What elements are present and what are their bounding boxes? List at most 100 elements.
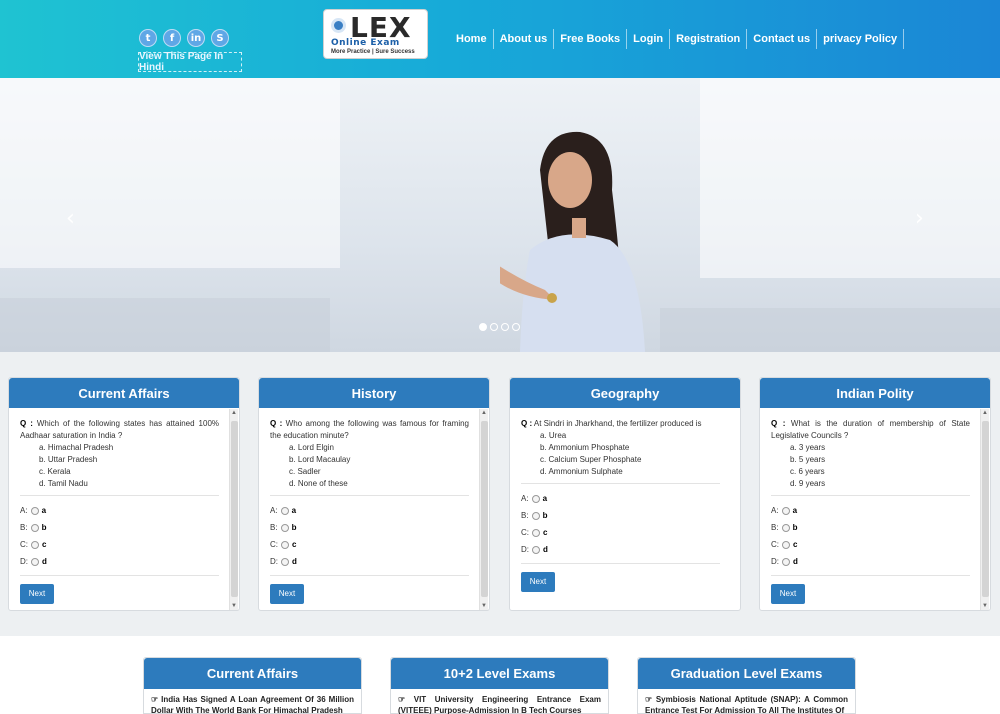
answer-radio[interactable] (781, 506, 790, 515)
scrollbar-thumb[interactable] (982, 421, 989, 597)
scroll-down-icon[interactable]: ▼ (231, 603, 237, 609)
social-links: t f in S (139, 29, 229, 47)
quiz-card-current-affairs: Current Affairs Q : Which of the followi… (8, 377, 240, 611)
answer-choice[interactable]: B: b (20, 519, 219, 536)
news-item-text[interactable]: Symbiosis National Aptitude (SNAP): A Co… (645, 695, 848, 714)
divider (270, 575, 469, 576)
answer-choice[interactable]: D: d (270, 553, 469, 570)
answer-radio[interactable] (30, 523, 39, 532)
answer-radio[interactable] (532, 528, 540, 537)
nav-privacy-policy[interactable]: privacy Policy (817, 29, 905, 49)
answer-radio[interactable] (782, 557, 790, 566)
nav-about-us[interactable]: About us (494, 29, 555, 49)
answer-radio[interactable] (280, 506, 289, 515)
quiz-card-indian-polity: Indian Polity Q : What is the duration o… (759, 377, 991, 611)
answer-radio[interactable] (31, 557, 39, 566)
next-button[interactable]: Next (270, 584, 304, 604)
quiz-card-title: Geography (510, 378, 740, 408)
answer-choice[interactable]: C: c (771, 536, 970, 553)
question-prefix: Q : (20, 419, 33, 428)
answer-label: B: (270, 522, 278, 532)
site-header: t f in S View This Page In Hindi LEX Onl… (0, 0, 1000, 78)
answer-radio[interactable] (31, 540, 39, 549)
answer-value: d (543, 544, 548, 554)
divider (270, 495, 469, 496)
answer-radio[interactable] (782, 540, 790, 549)
news-item[interactable]: ☞ VIT University Engineering Entrance Ex… (391, 689, 608, 714)
quiz-option: b. Uttar Pradesh (39, 455, 98, 464)
linkedin-icon[interactable]: in (187, 29, 205, 47)
next-button[interactable]: Next (20, 584, 54, 604)
answer-radio[interactable] (281, 540, 289, 549)
next-button[interactable]: Next (771, 584, 805, 604)
answer-choice[interactable]: A: a (521, 490, 720, 507)
answer-choice[interactable]: B: b (521, 507, 720, 524)
nav-login[interactable]: Login (627, 29, 671, 49)
news-item[interactable]: ☞ Symbiosis National Aptitude (SNAP): A … (638, 689, 855, 714)
quiz-options: a. 3 years b. 5 years c. 6 years d. 9 ye… (771, 442, 970, 490)
answer-choice[interactable]: D: d (771, 553, 970, 570)
answer-radio[interactable] (280, 523, 289, 532)
answer-value: b (542, 510, 548, 520)
answer-label: D: (521, 544, 529, 554)
view-in-hindi-button[interactable]: View This Page In Hindi (138, 51, 242, 73)
scroll-up-icon[interactable]: ▲ (982, 410, 988, 416)
nav-registration[interactable]: Registration (670, 29, 748, 49)
news-item-text[interactable]: VIT University Engineering Entrance Exam… (398, 695, 601, 714)
carousel-next-arrow[interactable]: › (915, 206, 924, 231)
answer-choice[interactable]: A: a (771, 502, 970, 519)
site-logo[interactable]: LEX Online Exam More Practice | Sure Suc… (323, 9, 428, 59)
answer-radio[interactable] (781, 523, 790, 532)
section-10-2-level-exams: 10+2 Level Exams ☞ VIT University Engine… (390, 657, 609, 714)
scrollbar-thumb[interactable] (231, 421, 238, 597)
scroll-down-icon[interactable]: ▼ (481, 603, 487, 609)
quiz-option: a. Himachal Pradesh (39, 443, 114, 452)
hero-carousel: ‹ › (0, 78, 1000, 352)
answer-choice[interactable]: A: a (270, 502, 469, 519)
news-item-text[interactable]: India Has Signed A Loan Agreement Of 36 … (151, 695, 354, 714)
quiz-option: a. 3 years (790, 443, 826, 452)
nav-free-books[interactable]: Free Books (554, 29, 628, 49)
pointer-icon: ☞ (645, 695, 656, 704)
facebook-icon[interactable]: f (163, 29, 181, 47)
section-title: Current Affairs (144, 658, 361, 689)
answer-choice[interactable]: C: c (20, 536, 219, 553)
carousel-dot[interactable] (501, 323, 509, 331)
quiz-option: b. 5 years (790, 455, 826, 464)
answer-choice[interactable]: C: c (521, 524, 720, 541)
answer-label: C: (270, 539, 278, 549)
carousel-dot[interactable] (512, 323, 520, 331)
carousel-dot[interactable] (479, 323, 487, 331)
news-item[interactable]: ☞ India Has Signed A Loan Agreement Of 3… (144, 689, 361, 714)
twitter-icon[interactable]: t (139, 29, 157, 47)
answer-radio[interactable] (531, 511, 540, 520)
answer-choice[interactable]: B: b (270, 519, 469, 536)
scrollbar[interactable]: ▲ ▼ (229, 409, 238, 610)
quiz-option: d. 9 years (790, 479, 826, 488)
skype-icon[interactable]: S (211, 29, 229, 47)
answer-radio[interactable] (531, 494, 540, 503)
carousel-dot[interactable] (490, 323, 498, 331)
scroll-up-icon[interactable]: ▲ (231, 410, 237, 416)
scrollbar[interactable]: ▲ ▼ (479, 409, 488, 610)
next-button[interactable]: Next (521, 572, 555, 592)
answer-radio[interactable] (30, 506, 39, 515)
answer-choice[interactable]: B: b (771, 519, 970, 536)
answer-choice[interactable]: D: d (521, 541, 720, 558)
scroll-up-icon[interactable]: ▲ (481, 410, 487, 416)
nav-contact-us[interactable]: Contact us (747, 29, 818, 49)
scrollbar[interactable]: ▲ ▼ (980, 409, 989, 610)
scrollbar-thumb[interactable] (481, 421, 488, 597)
quiz-card-body: Q : At Sindri in Jharkhand, the fertiliz… (510, 408, 730, 611)
answer-radio[interactable] (532, 545, 540, 554)
quiz-card-geography: Geography Q : At Sindri in Jharkhand, th… (509, 377, 741, 611)
answer-radio[interactable] (281, 557, 289, 566)
scroll-down-icon[interactable]: ▼ (982, 603, 988, 609)
answer-choice[interactable]: C: c (270, 536, 469, 553)
answer-value: c (42, 539, 47, 549)
background-window (700, 78, 1000, 278)
carousel-prev-arrow[interactable]: ‹ (66, 206, 75, 231)
nav-home[interactable]: Home (450, 29, 494, 49)
answer-choice[interactable]: D: d (20, 553, 219, 570)
answer-choice[interactable]: A: a (20, 502, 219, 519)
